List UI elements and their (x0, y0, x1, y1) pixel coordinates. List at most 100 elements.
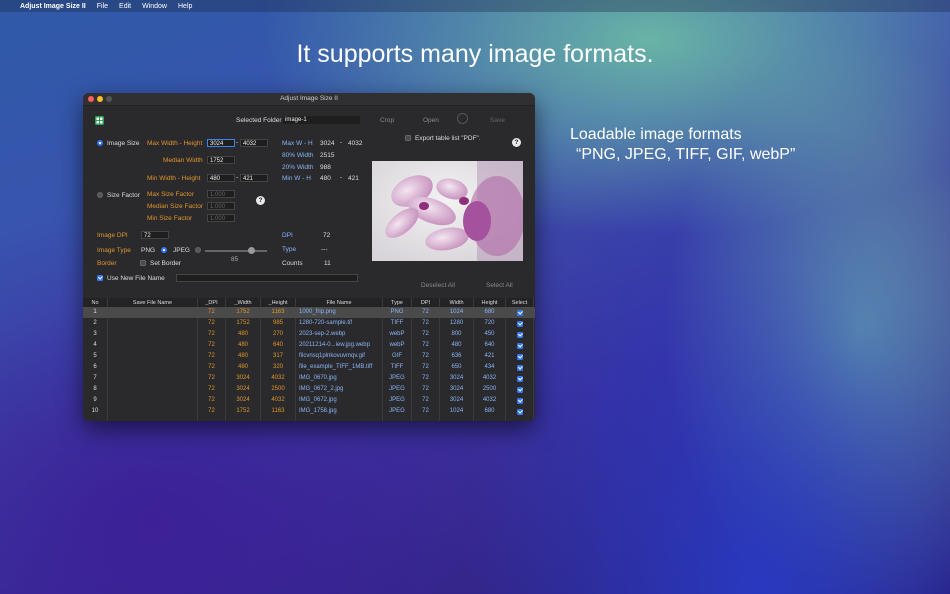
cell-width-out: 480 (237, 353, 248, 359)
table-row[interactable]: 10 72 1752 1163 IMG_1758.jpg JPEG 72 102… (83, 406, 535, 417)
cell-file-name: file_example_TIFF_1MB.tiff (299, 364, 373, 370)
dpi-value: 72 (323, 232, 331, 239)
cell-height: 434 (484, 364, 495, 370)
jpeg-quality-value: 85 (231, 256, 239, 263)
min-height-field[interactable]: 421 (240, 174, 268, 182)
cell-width: 636 (451, 353, 462, 359)
table-row[interactable]: 5 72 480 317 filcvnsq1plnkovuvmqv.gif GI… (83, 351, 535, 362)
table-row[interactable]: 9 72 3024 4032 IMG_0672.jpg JPEG 72 3024… (83, 395, 535, 406)
col-width-out[interactable]: _Width (226, 300, 260, 306)
table-row[interactable]: 6 72 480 320 file_example_TIFF_1MB.tiff … (83, 362, 535, 373)
crop-button[interactable]: Crop (380, 117, 394, 124)
cell-width: 650 (451, 364, 462, 370)
median-width-field[interactable]: 1752 (207, 156, 235, 164)
open-button[interactable]: Open (423, 117, 439, 124)
table-row[interactable]: 3 72 480 270 2023-sep-2.webp webP 72 800… (83, 329, 535, 340)
min-wh-label: Min Width - Height (147, 175, 201, 182)
cell-width: 1280 (449, 320, 464, 326)
cell-width-out: 480 (237, 342, 248, 348)
min-sf-field[interactable]: 1.000 (207, 214, 235, 222)
median-sf-label: Median Size Factor (147, 203, 203, 210)
col-select[interactable]: Select (506, 300, 533, 306)
info-min-h: 421 (348, 175, 359, 182)
jpeg-quality-slider[interactable] (205, 250, 267, 252)
cell-width-out: 3024 (236, 375, 250, 381)
help-button-top[interactable]: ? (512, 138, 521, 147)
row-select-checkbox[interactable] (517, 310, 523, 316)
row-select-checkbox[interactable] (517, 321, 523, 327)
menu-file[interactable]: File (97, 3, 108, 10)
row-select-checkbox[interactable] (517, 354, 523, 360)
cell-no: 10 (91, 408, 99, 414)
min-dash: - (236, 174, 239, 181)
cell-file-name: IMG_0670.jpg (299, 375, 337, 381)
median-sf-field[interactable]: 1.000 (207, 202, 235, 210)
row-select-checkbox[interactable] (517, 343, 523, 349)
menu-help[interactable]: Help (178, 3, 192, 10)
cell-dpi: 72 (422, 342, 429, 348)
type-value: --- (321, 246, 328, 253)
max-width-field[interactable]: 3024 (207, 139, 235, 147)
col-type[interactable]: Type (383, 300, 411, 306)
size-factor-radio[interactable] (97, 192, 103, 198)
cell-width-out: 1752 (236, 309, 250, 315)
table-row[interactable]: 1 72 1752 1163 1000_frip.png PNG 72 1024… (83, 307, 535, 318)
image-dpi-field[interactable]: 72 (141, 231, 169, 239)
select-all-button[interactable]: Select All (486, 282, 513, 289)
min-width-field[interactable]: 480 (207, 174, 235, 182)
export-pdf-checkbox[interactable] (405, 135, 411, 141)
cell-dpi-out: 72 (208, 342, 215, 348)
cell-height: 4032 (482, 397, 497, 403)
max-sf-field[interactable]: 1.000 (207, 190, 235, 198)
preview-image (372, 161, 523, 261)
menu-window[interactable]: Window (142, 3, 167, 10)
col-height[interactable]: Height (474, 300, 505, 306)
table-row[interactable]: 4 72 480 640 20211214-0...iew.jpg.webp w… (83, 340, 535, 351)
use-new-name-label: Use New File Name (107, 275, 165, 282)
table-row[interactable]: 2 72 1752 985 1280-720-sample.tif TIFF 7… (83, 318, 535, 329)
row-select-checkbox[interactable] (517, 387, 523, 393)
set-border-checkbox[interactable] (140, 260, 146, 266)
folder-grid-icon[interactable] (95, 116, 104, 125)
table-row[interactable]: 8 72 3024 2500 IMG_0672_2.jpg JPEG 72 30… (83, 384, 535, 395)
table-row[interactable]: 7 72 3024 4032 IMG_0670.jpg JPEG 72 3024… (83, 373, 535, 384)
cell-dpi-out: 72 (208, 386, 215, 392)
cell-file-name: IMG_1758.jpg (299, 408, 337, 414)
row-select-checkbox[interactable] (517, 332, 523, 338)
row-select-checkbox[interactable] (517, 409, 523, 415)
jpeg-radio[interactable] (195, 247, 201, 253)
col-no[interactable]: No (83, 300, 107, 306)
col-width[interactable]: Width (440, 300, 473, 306)
col-height-out[interactable]: _Height (261, 300, 295, 306)
window-title: Adjust Image Size II (280, 95, 338, 102)
row-select-checkbox[interactable] (517, 376, 523, 382)
cell-height-out: 4032 (271, 375, 285, 381)
deselect-all-button[interactable]: Deselect All (421, 282, 455, 289)
col-file-name[interactable]: File Name (296, 300, 382, 306)
col-dpi-out[interactable]: _DPI (198, 300, 225, 306)
cell-height-out: 320 (272, 364, 283, 370)
cell-no: 6 (93, 364, 97, 370)
dpi-label: DPI (282, 232, 293, 239)
col-dpi[interactable]: DPI (412, 300, 439, 306)
png-radio[interactable] (161, 247, 167, 253)
cell-no: 9 (93, 397, 97, 403)
row-select-checkbox[interactable] (517, 365, 523, 371)
row-select-checkbox[interactable] (517, 398, 523, 404)
cell-width: 1024 (449, 408, 464, 414)
image-size-radio[interactable] (97, 140, 103, 146)
cell-height-out: 4032 (271, 397, 285, 403)
menu-edit[interactable]: Edit (119, 3, 131, 10)
help-button-size[interactable]: ? (256, 196, 265, 205)
use-new-name-checkbox[interactable] (97, 275, 103, 281)
max-height-field[interactable]: 4032 (240, 139, 268, 147)
new-file-name-field[interactable] (176, 274, 358, 282)
menu-app-name[interactable]: Adjust Image Size II (20, 3, 86, 10)
col-save-file-name[interactable]: Save File Name (108, 300, 197, 306)
cell-width: 800 (451, 331, 462, 337)
cell-width: 3024 (449, 375, 464, 381)
jpeg-quality-knob[interactable] (248, 247, 255, 254)
max-dash: - (236, 139, 239, 146)
selected-folder-field[interactable]: image-1 (283, 116, 360, 124)
save-button[interactable]: Save (490, 117, 505, 124)
